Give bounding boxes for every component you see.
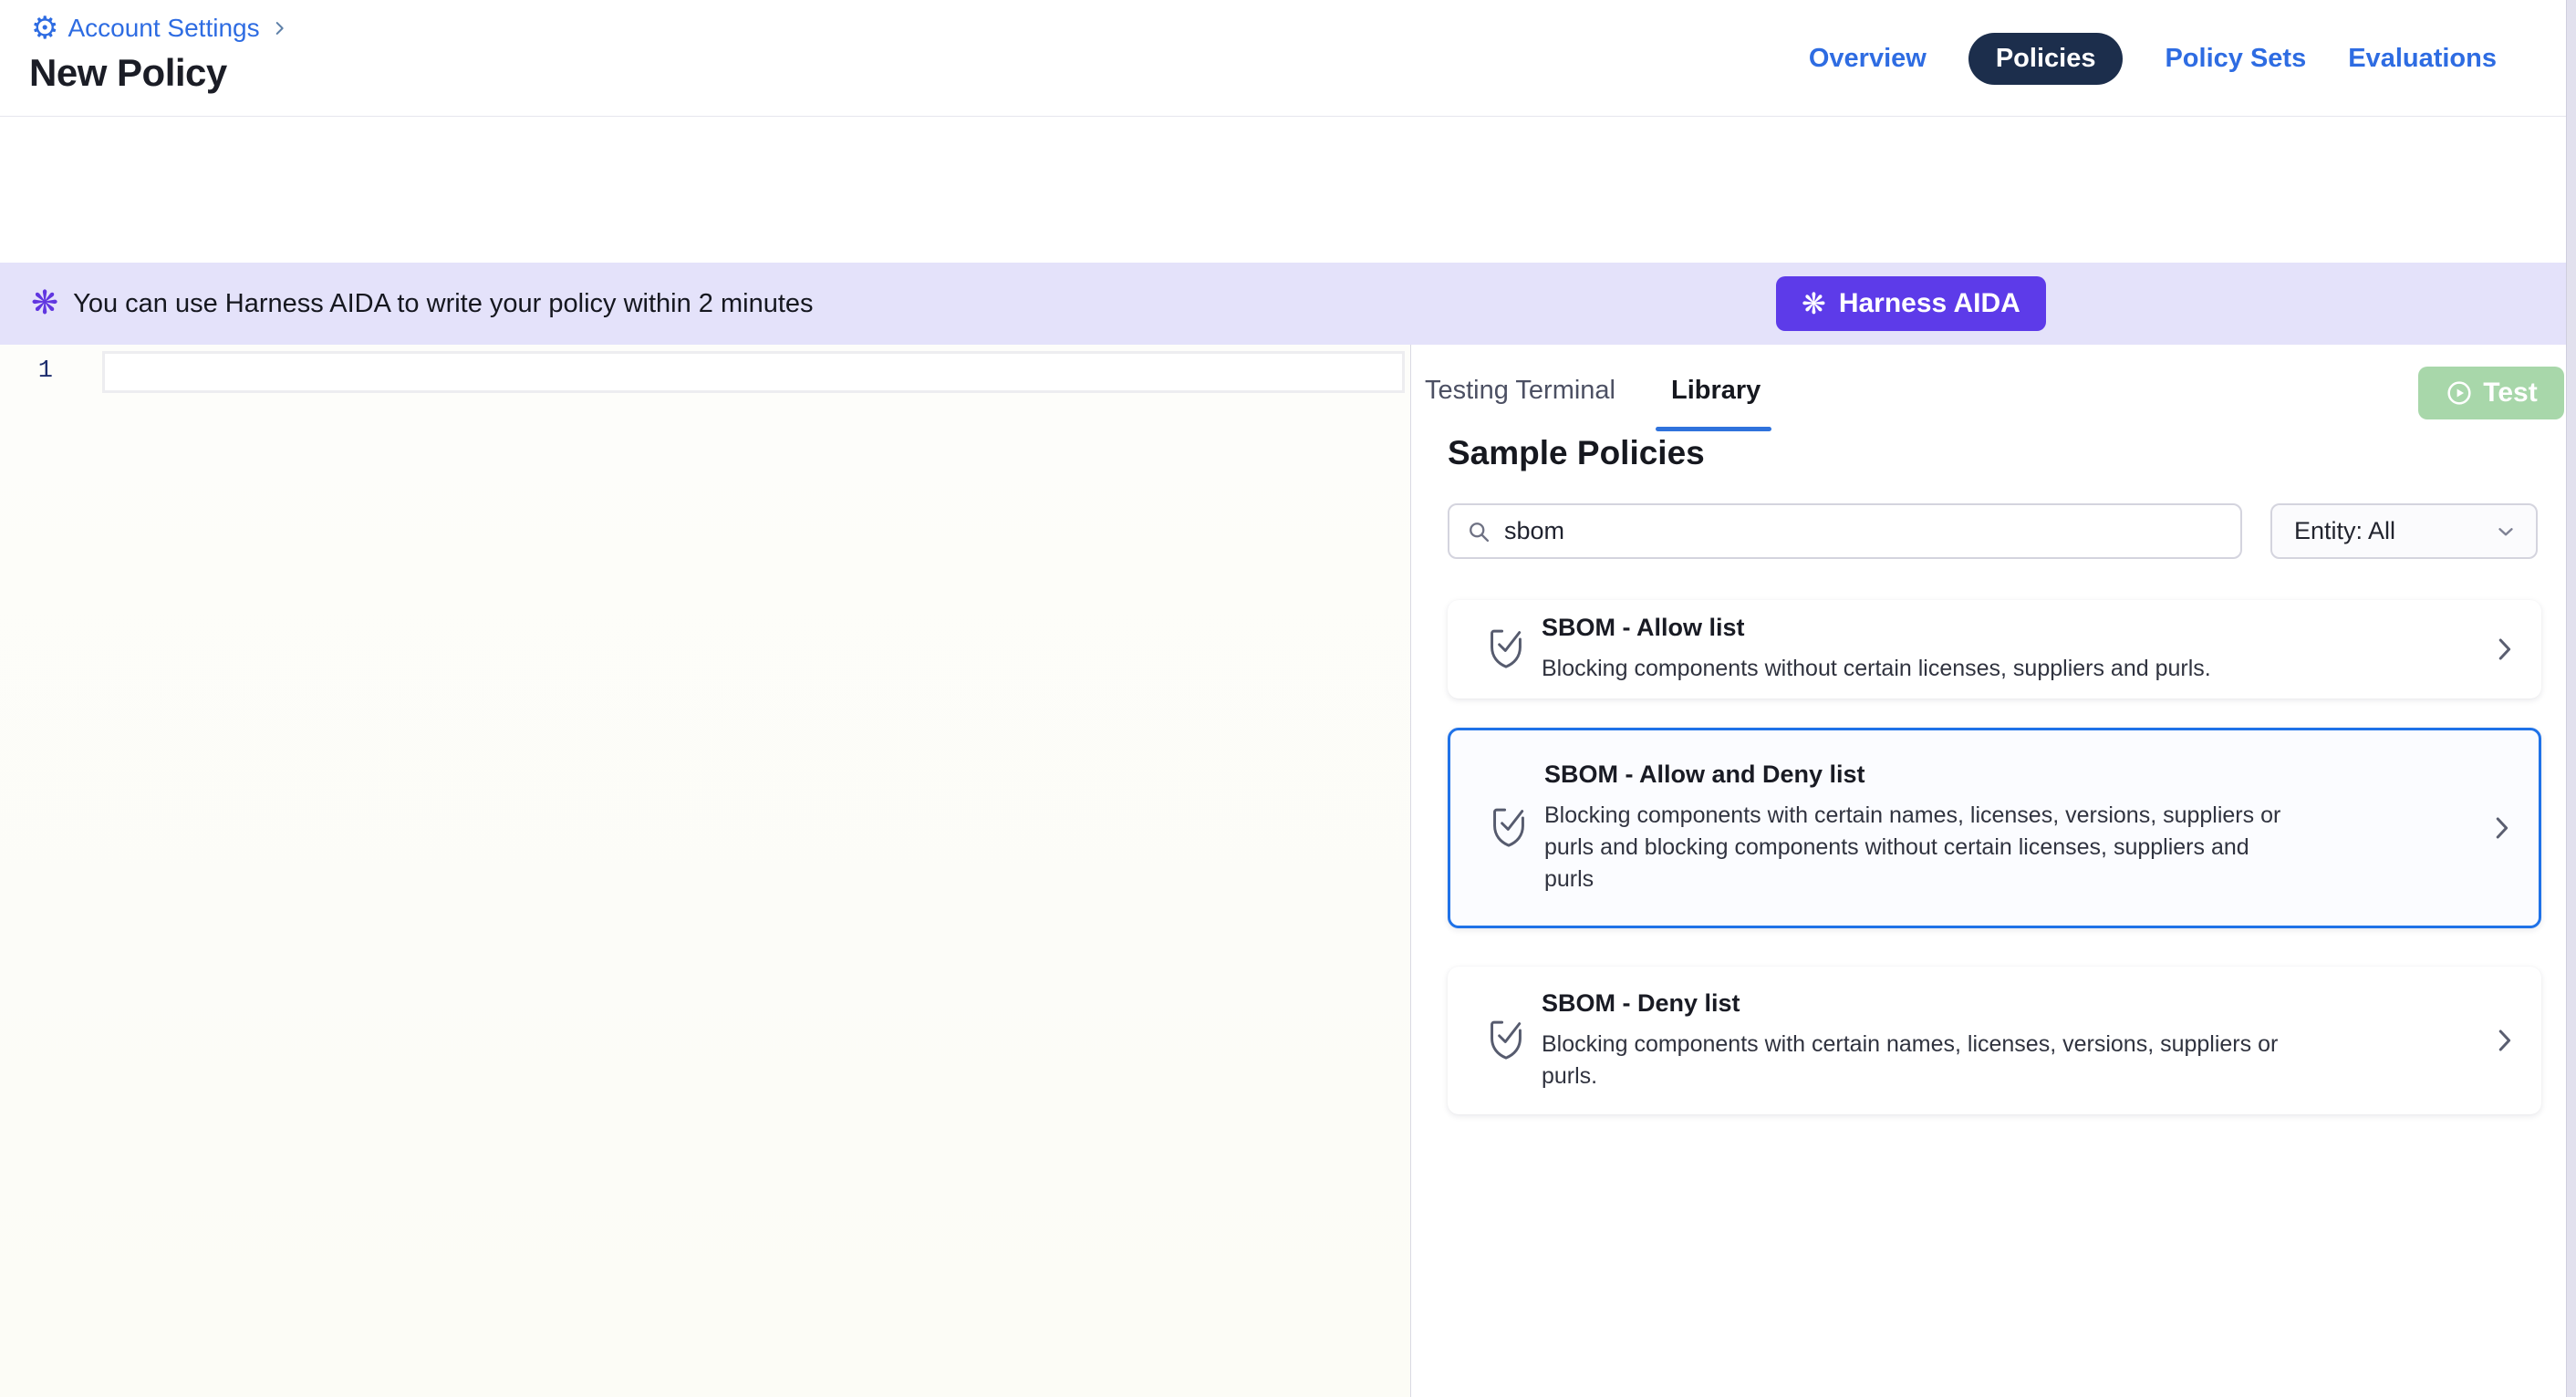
- policy-card-text: SBOM - Allow list Blocking components wi…: [1542, 614, 2490, 685]
- tab-policy-sets[interactable]: Policy Sets: [2165, 44, 2306, 74]
- shield-check-icon: [1490, 805, 1528, 851]
- aida-button-label: Harness AIDA: [1839, 288, 2020, 319]
- editor-current-line: [102, 351, 1405, 393]
- policy-card-description: Blocking components with certain names, …: [1544, 800, 2469, 895]
- chevron-right-icon: [2490, 634, 2518, 665]
- policy-card-description: Blocking components with certain names, …: [1542, 1029, 2472, 1092]
- policy-toolbar: SBOM allow and deny list Save Discard: [0, 118, 2566, 263]
- code-editor[interactable]: 1: [0, 345, 1411, 1397]
- page-title: New Policy: [29, 51, 227, 95]
- tab-evaluations[interactable]: Evaluations: [2348, 44, 2497, 74]
- aida-banner-message: You can use Harness AIDA to write your p…: [73, 289, 813, 319]
- sample-policies-heading: Sample Policies: [1448, 434, 1705, 472]
- policy-card-sbom-allow-list[interactable]: SBOM - Allow list Blocking components wi…: [1448, 600, 2541, 698]
- search-icon: [1466, 519, 1491, 544]
- policy-card-text: SBOM - Allow and Deny list Blocking comp…: [1544, 761, 2488, 895]
- chevron-right-icon: [2490, 1025, 2518, 1056]
- breadcrumb-account-settings-link[interactable]: Account Settings: [68, 14, 259, 43]
- top-navigation: Overview Policies Policy Sets Evaluation…: [1809, 33, 2497, 84]
- breadcrumb: ⚙ Account Settings: [31, 13, 289, 44]
- policy-card-text: SBOM - Deny list Blocking components wit…: [1542, 989, 2490, 1092]
- entity-filter-value: Entity: All: [2294, 517, 2395, 545]
- policy-card-title: SBOM - Deny list: [1542, 989, 2472, 1018]
- tab-policies[interactable]: Policies: [1968, 33, 2124, 85]
- policy-card-sbom-allow-and-deny-list[interactable]: SBOM - Allow and Deny list Blocking comp…: [1448, 728, 2541, 928]
- shield-check-icon: [1487, 1018, 1525, 1063]
- new-policy-page: ⚙ Account Settings New Policy Overview P…: [0, 0, 2576, 1397]
- chevron-down-icon: [2494, 520, 2518, 543]
- entity-filter-dropdown[interactable]: Entity: All: [2270, 503, 2538, 559]
- aida-banner-message-group: ❋ You can use Harness AIDA to write your…: [31, 263, 814, 345]
- test-button-label: Test: [2483, 378, 2537, 409]
- policy-card-title: SBOM - Allow list: [1542, 614, 2472, 642]
- policy-card-description: Blocking components without certain lice…: [1542, 653, 2472, 685]
- tab-library[interactable]: Library: [1671, 376, 1761, 406]
- play-icon: [2445, 378, 2474, 408]
- active-tab-underline: [1656, 427, 1771, 431]
- editor-line-number: 1: [0, 357, 95, 385]
- harness-aida-button[interactable]: ❋ Harness AIDA: [1776, 276, 2046, 331]
- aida-button-flower-icon: ❋: [1802, 287, 1826, 320]
- policy-search-box: [1448, 503, 2242, 559]
- chevron-right-icon: [2488, 812, 2515, 843]
- breadcrumb-chevron-icon: [269, 18, 289, 38]
- library-panel: Testing Terminal Library Test Sample Pol…: [1412, 345, 2566, 1397]
- page-header: ⚙ Account Settings New Policy Overview P…: [0, 0, 2566, 117]
- tab-testing-terminal[interactable]: Testing Terminal: [1425, 376, 1615, 406]
- policy-search-input[interactable]: [1504, 517, 2216, 545]
- sample-policy-list: SBOM - Allow list Blocking components wi…: [1448, 600, 2541, 1114]
- policy-card-title: SBOM - Allow and Deny list: [1544, 761, 2469, 789]
- shield-check-icon: [1487, 626, 1525, 672]
- tab-overview[interactable]: Overview: [1809, 44, 1927, 74]
- test-button[interactable]: Test: [2418, 367, 2564, 419]
- account-settings-gear-icon: ⚙: [31, 13, 58, 44]
- scrollbar-gutter[interactable]: [2566, 0, 2576, 1397]
- aida-flower-icon: ❋: [31, 287, 58, 320]
- policy-card-sbom-deny-list[interactable]: SBOM - Deny list Blocking components wit…: [1448, 967, 2541, 1114]
- aida-banner: ❋ You can use Harness AIDA to write your…: [0, 263, 2566, 345]
